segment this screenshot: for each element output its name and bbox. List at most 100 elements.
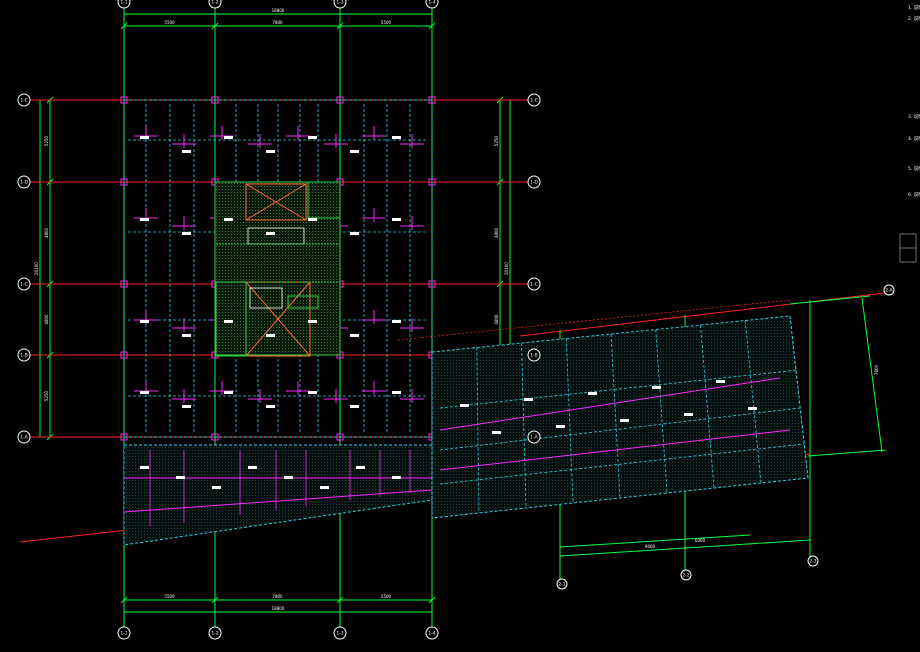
dimension-text: 5500 — [164, 594, 175, 599]
dimension-text: 5250 — [44, 390, 49, 401]
beam-tag — [182, 334, 191, 337]
axis-bubble-label: 1-D — [530, 180, 538, 186]
beam-tag — [308, 320, 317, 323]
side-note: 3. 说明 — [908, 113, 920, 120]
beam-tag — [716, 380, 725, 383]
axis-bubble: 1-C — [527, 277, 541, 291]
dimension-text: 7800 — [874, 364, 879, 375]
axis-bubble: 1-3 — [333, 0, 347, 9]
beam-tag — [524, 398, 533, 401]
dimension-text: 4800 — [44, 314, 49, 325]
axis-bubble: 1-B — [527, 348, 541, 362]
dimension-text: 5250 — [44, 135, 49, 146]
beam-tag — [140, 320, 149, 323]
axis-bubble-label: 1-2 — [211, 0, 218, 6]
axis-bubble: 1-A — [17, 430, 31, 444]
axis-bubble-label: 1-B — [530, 353, 537, 359]
axis-bubble-label: 1-C — [530, 282, 538, 288]
dimension-text: 4800 — [494, 227, 499, 238]
dimension-text: 4800 — [494, 314, 499, 325]
beam-tag — [392, 136, 401, 139]
beam-tag — [182, 150, 191, 153]
beam-tag — [308, 136, 317, 139]
structural-floor-plan: 5500 7800 5500 18800 5500 7800 5500 18800 5250 48… — [17, 0, 920, 640]
core-hatch — [215, 182, 340, 355]
axis-bubble: 1-1 — [117, 626, 131, 640]
beam-tag — [182, 232, 191, 235]
beam-tag — [224, 320, 233, 323]
beam-tag — [224, 391, 233, 394]
side-note: 1. 说明 — [908, 4, 920, 11]
axis-bubble: 2-A — [883, 284, 895, 296]
axis-bubble: 1-D — [527, 175, 541, 189]
beam-tag — [356, 466, 365, 469]
beam-tag — [140, 466, 149, 469]
side-note: 6. 说明 — [908, 191, 920, 198]
dimension-text: 5250 — [494, 135, 499, 146]
beam-tag — [460, 404, 469, 407]
beam-tag — [620, 419, 629, 422]
axis-bubble: 1-B — [17, 348, 31, 362]
side-note: 2. 说明 — [908, 15, 920, 22]
axis-bubble: 1-3 — [333, 626, 347, 640]
south-wing-hatch — [124, 445, 432, 545]
beam-tag — [266, 150, 275, 153]
axis-bubble: 1-4 — [425, 626, 439, 640]
beam-tag — [182, 405, 191, 408]
dimension-text: 7800 — [272, 20, 283, 25]
beam-tag — [248, 466, 257, 469]
dimension-text: 18800 — [272, 8, 285, 13]
dimension-text: 5500 — [381, 594, 392, 599]
axis-line — [807, 449, 887, 457]
axis-bubble-label: 1-C — [20, 282, 28, 288]
beam-tag — [266, 232, 275, 235]
beam-tag — [588, 392, 597, 395]
beam-tag — [140, 391, 149, 394]
axis-bubble-label: 1-E — [20, 98, 27, 104]
beam-tag — [266, 405, 275, 408]
axis-bubble-label: 1-4 — [428, 0, 435, 6]
beam-tag — [748, 407, 757, 410]
beam-tag — [392, 218, 401, 221]
beam-tag — [350, 232, 359, 235]
notes-layer: 1. 说明 2. 说明 3. 说明 4. 说明 5. 说明 6. 说明 — [899, 4, 920, 263]
beam-tag — [350, 405, 359, 408]
dimension-text: 5500 — [164, 20, 175, 25]
beam-tag — [224, 218, 233, 221]
beam-tag — [392, 476, 401, 479]
cad-drawing-canvas[interactable]: 5500 7800 5500 18800 5500 7800 5500 18800 5250 48… — [0, 0, 920, 648]
beam-tag — [350, 150, 359, 153]
axis-bubble-label: 1-A — [20, 435, 28, 441]
beam-tag — [176, 476, 185, 479]
dimension-text: 18800 — [272, 606, 285, 611]
beam-tag — [320, 486, 329, 489]
dimension-line — [861, 297, 883, 453]
axis-bubble-label: 2-A — [885, 288, 893, 294]
axis-bubble-label: 2-2 — [682, 573, 689, 579]
axis-bubble-label: 1-E — [530, 98, 537, 104]
axis-bubble-label: 1-4 — [428, 631, 435, 637]
beam-tag — [284, 476, 293, 479]
side-note: 4. 说明 — [908, 135, 920, 142]
axis-bubble-label: 2-1 — [558, 582, 565, 588]
axis-bubble: 1-4 — [425, 0, 439, 9]
beam-tag — [350, 334, 359, 337]
dimension-text: 20100 — [504, 262, 509, 275]
axis-bubble: 2-2 — [680, 569, 692, 581]
axis-bubble: 1-2 — [208, 0, 222, 9]
beam-tag — [392, 391, 401, 394]
axis-bubble-label: 1-1 — [120, 0, 127, 6]
axis-bubble: 1-C — [17, 277, 31, 291]
beam-tag — [140, 136, 149, 139]
beam-tag — [224, 136, 233, 139]
beam-tag — [556, 425, 565, 428]
beam-tag — [266, 334, 275, 337]
beam-tag — [392, 320, 401, 323]
beam-tag — [684, 413, 693, 416]
beam-tag — [652, 386, 661, 389]
axis-bubble-label: 1-3 — [336, 631, 343, 637]
beam-tag — [212, 486, 221, 489]
dimension-text: 20100 — [34, 262, 39, 275]
axis-bubble: 1-A — [527, 430, 541, 444]
axis-bubble: 1-E — [17, 93, 31, 107]
